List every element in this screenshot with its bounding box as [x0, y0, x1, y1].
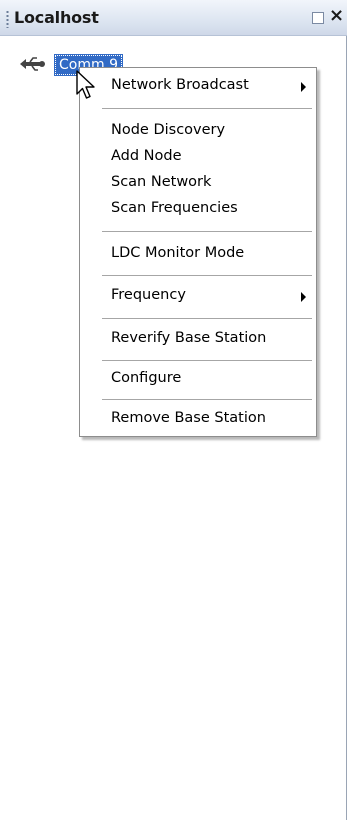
grip-icon[interactable] [6, 10, 9, 28]
menu-separator [102, 399, 312, 400]
panel-title: Localhost [14, 8, 99, 27]
menu-item-ldc-monitor-mode[interactable]: LDC Monitor Mode [80, 242, 316, 268]
menu-item-node-discovery[interactable]: Node Discovery [80, 119, 316, 145]
menu-item-label: Reverify Base Station [111, 330, 267, 346]
menu-item-label: Remove Base Station [111, 410, 266, 426]
menu-item-scan-frequencies[interactable]: Scan Frequencies [80, 197, 316, 223]
menu-separator [102, 318, 312, 319]
menu-item-label: Frequency [111, 287, 186, 303]
menu-item-scan-network[interactable]: Scan Network [80, 171, 316, 197]
menu-item-add-node[interactable]: Add Node [80, 145, 316, 171]
menu-item-label: Scan Frequencies [111, 200, 238, 216]
menu-item-frequency[interactable]: Frequency [80, 284, 316, 310]
cursor-arrow-icon [76, 70, 95, 99]
menu-item-configure[interactable]: Configure [80, 367, 316, 393]
menu-item-label: Node Discovery [111, 122, 226, 138]
usb-icon [20, 57, 45, 71]
menu-item-reverify-base-station[interactable]: Reverify Base Station [80, 327, 316, 353]
close-icon[interactable]: × [329, 4, 344, 28]
menu-separator [102, 108, 312, 109]
localhost-panel: Localhost × Comm 9 Network Broadcast Nod… [0, 0, 347, 820]
menu-separator [102, 275, 312, 276]
menu-item-network-broadcast[interactable]: Network Broadcast [80, 74, 316, 100]
menu-item-remove-base-station[interactable]: Remove Base Station [80, 407, 316, 433]
menu-item-label: LDC Monitor Mode [111, 245, 245, 261]
restore-icon[interactable] [312, 12, 324, 24]
menu-separator [102, 360, 312, 361]
panel-titlebar[interactable]: Localhost × [0, 0, 347, 36]
menu-item-label: Network Broadcast [111, 77, 249, 93]
menu-separator [102, 231, 312, 232]
submenu-arrow-icon [301, 292, 306, 302]
submenu-arrow-icon [301, 82, 306, 92]
menu-item-label: Scan Network [111, 174, 212, 190]
menu-item-label: Configure [111, 370, 182, 386]
context-menu: Network Broadcast Node Discovery Add Nod… [79, 67, 317, 437]
menu-item-label: Add Node [111, 148, 182, 164]
